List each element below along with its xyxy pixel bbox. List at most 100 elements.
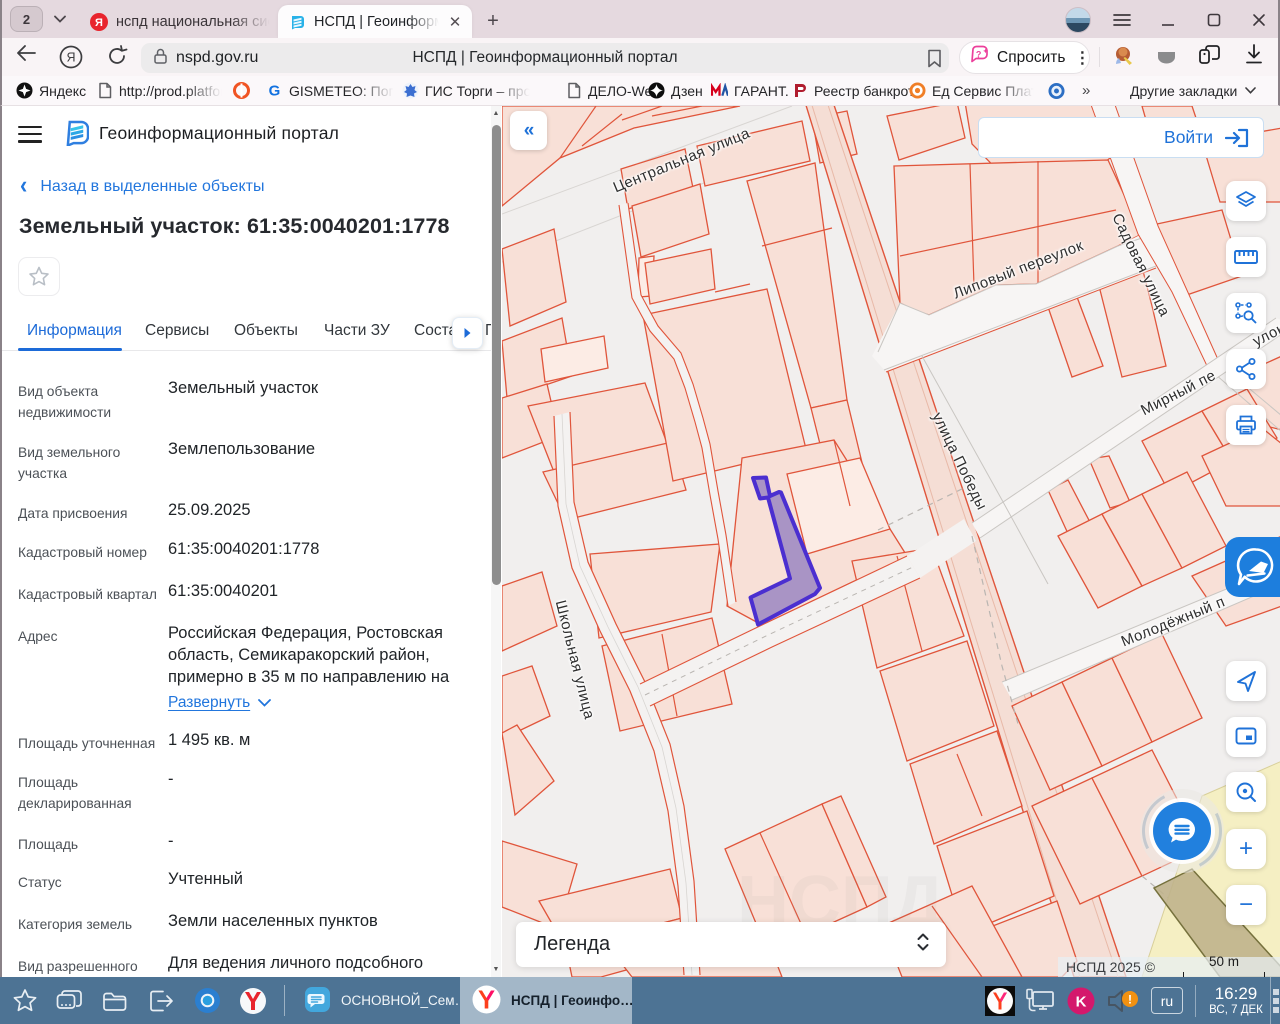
panel-tab-4[interactable]: Части ЗУ xyxy=(324,322,390,340)
legend-expand-icon[interactable] xyxy=(916,932,930,957)
bookmark-item[interactable]: ДЕЛО-Web xyxy=(565,76,660,105)
bookmark-favicon xyxy=(711,82,728,99)
nspd-favicon xyxy=(288,13,306,31)
menu-hamburger-icon[interactable] xyxy=(18,125,42,143)
my-location-button[interactable] xyxy=(1226,661,1266,701)
attribute-row: Категория земель Земли населенных пунктов xyxy=(18,910,470,935)
tray-clock[interactable]: 16:29 ВС, 7 ДЕК xyxy=(1202,984,1270,1017)
tray-language-indicator[interactable]: ru xyxy=(1151,987,1183,1014)
panel-scrollbar[interactable]: ▲ ▼ xyxy=(491,106,501,977)
new-tab-button[interactable]: + xyxy=(480,8,506,34)
taskbar-explorer-icon[interactable] xyxy=(92,977,138,1024)
panel-tab-1[interactable]: Информация xyxy=(27,322,122,340)
bookmarks-overflow-chevron[interactable]: » xyxy=(1082,76,1090,105)
attribute-row: Кадастровый квартал 61:35:0040201 xyxy=(18,580,470,605)
scrollbar-thumb[interactable] xyxy=(491,125,501,585)
tab-title: нспд национальная систе xyxy=(116,13,276,30)
bookmark-item[interactable]: Реестр банкрот xyxy=(791,76,914,105)
extension-alice-icon[interactable] xyxy=(1112,44,1136,68)
identify-objects-button[interactable] xyxy=(1226,293,1266,333)
expand-address-link[interactable]: Развернуть xyxy=(168,692,470,714)
back-icon[interactable] xyxy=(16,45,36,61)
bookmark-item[interactable]: Ед Сервис Плат xyxy=(909,76,1037,105)
measure-ruler-button[interactable] xyxy=(1226,237,1266,277)
svg-text:Я: Я xyxy=(95,17,103,29)
bookmark-favicon xyxy=(233,82,250,99)
taskbar-chromium-icon[interactable] xyxy=(184,977,230,1024)
window-minimize-button[interactable] xyxy=(1154,6,1182,34)
map-canvas[interactable]: НСПД Центральная улица Садовая улица Липов… xyxy=(502,106,1280,977)
extension-shield-icon[interactable] xyxy=(1154,44,1179,69)
zoom-in-button[interactable]: + xyxy=(1226,829,1266,869)
feedback-panel-tab[interactable] xyxy=(1225,537,1280,597)
browser-profile-avatar[interactable] xyxy=(1065,7,1091,33)
tray-yandex-icon[interactable] xyxy=(981,977,1019,1024)
bookmark-item[interactable]: G GISMETEO: Погод xyxy=(266,76,397,105)
favorite-star-button[interactable] xyxy=(18,257,60,296)
scale-label: 50 m xyxy=(1208,954,1240,969)
tray-volume-muted-icon[interactable]: ! xyxy=(1101,977,1145,1024)
bookmark-item[interactable]: ГАРАНТ. xyxy=(711,76,789,105)
ask-ai-button[interactable]: ? Спросить ⋮ xyxy=(959,41,1090,74)
bookmark-item[interactable]: ГИС Торги – прод xyxy=(402,76,533,105)
login-button[interactable]: Войти xyxy=(978,117,1264,158)
object-info-panel: Геоинформационный портал ‹ Назад в выдел… xyxy=(2,106,491,977)
bookmark-item[interactable] xyxy=(1048,76,1065,105)
taskbar-app-telegram[interactable]: ОСНОВНОЙ_Сем… xyxy=(292,977,460,1024)
downloads-icon[interactable] xyxy=(1244,44,1264,65)
collapse-panel-button[interactable]: « xyxy=(510,111,547,150)
svg-text:K: K xyxy=(1076,993,1087,1010)
taskbar-app-nspd-active[interactable]: НСПД | Геоинфо… xyxy=(460,977,632,1024)
tray-network-icon[interactable] xyxy=(1019,977,1061,1024)
show-desktop-button[interactable] xyxy=(1270,977,1280,1024)
taskbar-start-star-icon[interactable] xyxy=(2,977,48,1024)
layers-button[interactable] xyxy=(1226,181,1266,221)
back-to-objects-link[interactable]: ‹ Назад в выделенные объекты xyxy=(20,170,265,199)
reload-icon[interactable] xyxy=(106,45,128,67)
bookmark-item[interactable] xyxy=(233,76,250,105)
search-on-map-button[interactable] xyxy=(1226,772,1266,812)
scroll-up-icon[interactable]: ▲ xyxy=(491,107,501,120)
minimap-button[interactable] xyxy=(1226,717,1266,757)
bookmark-item[interactable]: http://prod.platfor xyxy=(96,76,225,105)
svg-text:!: ! xyxy=(1128,992,1132,1006)
address-bar[interactable]: nspd.gov.ru НСПД | Геоинформационный пор… xyxy=(141,43,949,73)
panel-tab-2[interactable]: Сервисы xyxy=(145,322,209,340)
bookmark-item[interactable]: Яндекс xyxy=(16,76,86,105)
taskbar-signout-icon[interactable] xyxy=(138,977,184,1024)
legend-bar[interactable]: Легенда xyxy=(516,922,946,967)
tab-active[interactable]: НСПД | Геоинформаци ✕ xyxy=(278,5,472,38)
bookmark-item[interactable]: Дзен xyxy=(648,76,703,105)
chat-bubble-icon xyxy=(1153,802,1211,860)
tray-kaspersky-icon[interactable]: K xyxy=(1061,977,1101,1024)
share-button[interactable] xyxy=(1226,349,1266,389)
chat-widget[interactable] xyxy=(1131,780,1233,882)
window-maximize-button[interactable] xyxy=(1200,6,1228,34)
tab-inactive[interactable]: Я нспд национальная систе xyxy=(80,5,276,38)
tabs-scroll-right-button[interactable] xyxy=(452,317,483,349)
zoom-out-button[interactable]: − xyxy=(1226,885,1266,925)
back-link-label: Назад в выделенные объекты xyxy=(40,177,265,195)
browser-menu-icon[interactable] xyxy=(1108,6,1136,34)
legend-label: Легенда xyxy=(534,933,611,955)
attribute-label: Дата присвоения xyxy=(18,506,128,521)
lock-icon[interactable] xyxy=(154,48,167,69)
attribute-value: Земли населенных пунктов xyxy=(168,912,378,930)
taskbar-taskview-icon[interactable] xyxy=(46,977,92,1024)
tab-list-chevron-icon[interactable] xyxy=(48,7,72,31)
browser-viewport: Геоинформационный портал ‹ Назад в выдел… xyxy=(0,106,1280,977)
scroll-down-icon[interactable]: ▼ xyxy=(491,963,501,976)
yandex-search-icon[interactable]: Я xyxy=(59,45,83,69)
panel-tab-5[interactable]: Соста xyxy=(414,322,457,340)
other-bookmarks-button[interactable]: Другие закладки xyxy=(1130,76,1257,105)
print-button[interactable] xyxy=(1226,405,1266,445)
attribute-value: Учтенный xyxy=(168,870,243,888)
bookmark-page-icon[interactable] xyxy=(921,44,947,72)
tab-counter-button[interactable]: 2 xyxy=(10,6,43,32)
taskbar-yandex-browser-icon[interactable] xyxy=(230,977,276,1024)
window-close-button[interactable] xyxy=(1245,6,1273,34)
tab-close-icon[interactable]: ✕ xyxy=(444,11,466,33)
panel-tab-3[interactable]: Объекты xyxy=(234,322,298,340)
ask-ai-kebab-icon[interactable]: ⋮ xyxy=(1074,48,1090,68)
extension-tabs-icon[interactable] xyxy=(1198,44,1222,66)
